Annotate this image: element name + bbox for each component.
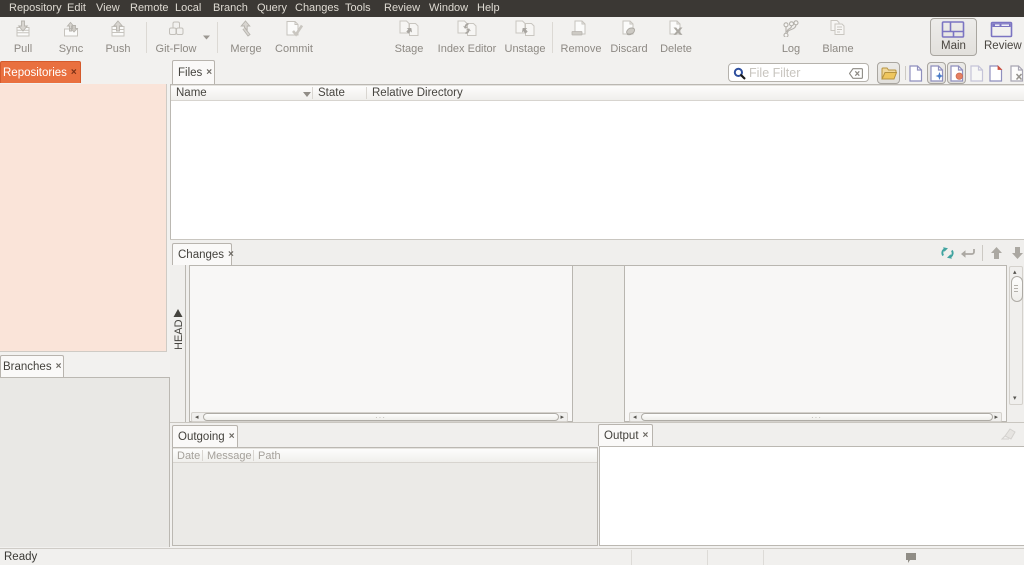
svg-text:HEAD: HEAD	[173, 319, 185, 349]
